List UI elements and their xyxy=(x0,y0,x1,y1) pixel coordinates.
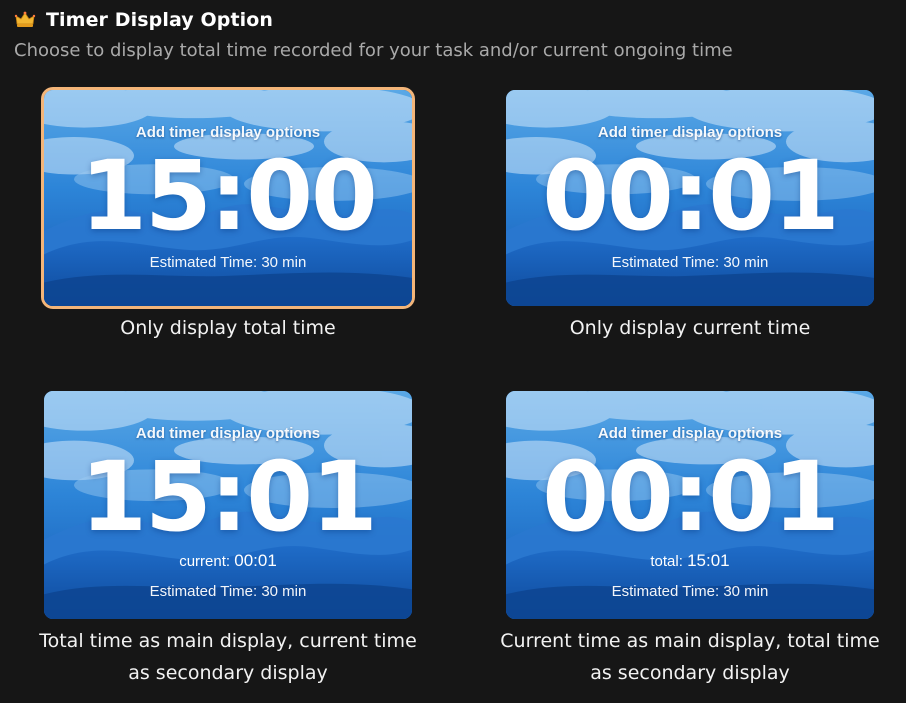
secondary-value: 00:01 xyxy=(234,551,277,570)
section-subtitle: Choose to display total time recorded fo… xyxy=(14,40,733,61)
section-title: Timer Display Option xyxy=(46,9,274,31)
option-current-main-total-secondary[interactable]: Add timer display options 00:01 total: 1… xyxy=(500,387,880,689)
secondary-label: total: xyxy=(650,553,683,570)
secondary-value: 15:01 xyxy=(687,551,730,570)
option-caption: Only display current time xyxy=(569,317,811,339)
option-only-total-time[interactable]: Add timer display options 15:00 Estimate… xyxy=(38,86,418,344)
option-only-current-time[interactable]: Add timer display options 00:01 Estimate… xyxy=(500,86,880,344)
card-header-text: Add timer display options xyxy=(135,124,321,141)
preview-card-total-main[interactable]: Add timer display options 15:01 current:… xyxy=(44,391,412,619)
option-caption: Only display total time xyxy=(120,317,336,339)
estimated-time-text: Estimated Time: 30 min xyxy=(149,583,307,600)
main-timer-display: 15:00 xyxy=(80,140,378,252)
option-total-main-current-secondary[interactable]: Add timer display options 15:01 current:… xyxy=(38,387,418,689)
timer-display-option-panel: Timer Display Option Choose to display t… xyxy=(0,0,906,703)
secondary-timer-display: current: 00:01 xyxy=(44,551,412,571)
secondary-label: current: xyxy=(179,553,231,570)
title-row: Timer Display Option xyxy=(14,6,273,34)
card-header-text: Add timer display options xyxy=(135,425,321,442)
preview-card-current-main[interactable]: Add timer display options 00:01 total: 1… xyxy=(506,391,874,619)
estimated-time-text: Estimated Time: 30 min xyxy=(611,583,769,600)
main-timer-display: 15:01 xyxy=(80,441,378,553)
option-caption: Total time as main display, current time… xyxy=(39,630,417,684)
secondary-timer-display: total: 15:01 xyxy=(506,551,874,571)
section-header: Timer Display Option Choose to display t… xyxy=(14,6,733,61)
estimated-time-text: Estimated Time: 30 min xyxy=(611,254,769,271)
card-header-text: Add timer display options xyxy=(597,425,783,442)
crown-icon xyxy=(14,9,36,31)
preview-card-current-time[interactable]: Add timer display options 00:01 Estimate… xyxy=(506,90,874,306)
option-caption: Current time as main display, total time… xyxy=(500,630,880,684)
card-header-text: Add timer display options xyxy=(597,124,783,141)
preview-card-total-time[interactable]: Add timer display options 15:00 Estimate… xyxy=(41,87,415,309)
estimated-time-text: Estimated Time: 30 min xyxy=(149,254,307,271)
main-timer-display: 00:01 xyxy=(542,441,840,553)
main-timer-display: 00:01 xyxy=(542,140,840,252)
